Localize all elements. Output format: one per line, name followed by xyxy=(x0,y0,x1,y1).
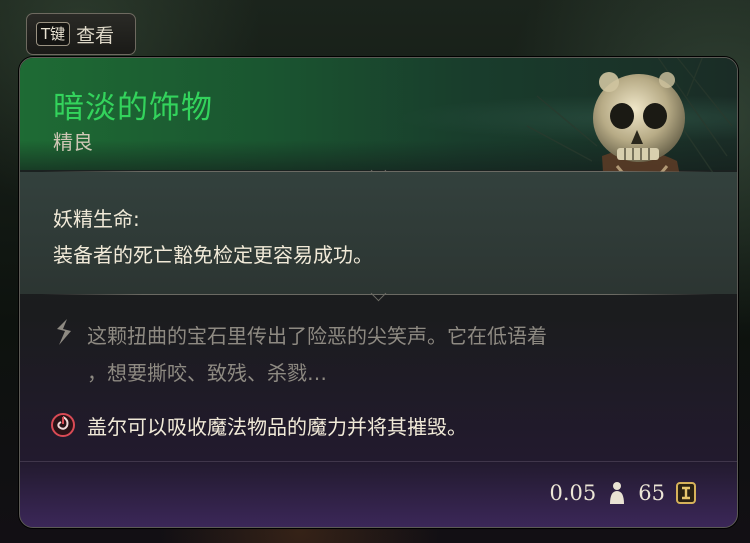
lore-text: 这颗扭曲的宝石里传出了险恶的尖笑声。它在低语着 ，想要撕咬、致残、杀戮… xyxy=(87,318,707,392)
item-stats: 0.05 65 xyxy=(550,480,698,506)
item-title: 暗淡的饰物 xyxy=(53,90,213,126)
lore-line: ，想要撕咬、致残、杀戮… xyxy=(87,361,327,385)
price-value: 65 xyxy=(638,481,665,505)
gold-coin-icon xyxy=(676,482,696,504)
item-rarity: 精良 xyxy=(53,130,93,154)
section-divider xyxy=(42,285,715,302)
companion-note: 盖尔可以吸收魔法物品的魔力并将其摧毁。 xyxy=(87,415,467,439)
examine-label: 查看 xyxy=(76,24,115,47)
quill-icon xyxy=(57,319,71,345)
passive-name: 妖精生命: xyxy=(53,207,140,231)
weight-icon xyxy=(610,482,625,504)
arcane-swirl-icon xyxy=(51,413,75,437)
passive-section xyxy=(20,172,737,294)
key-hint-t: T键 xyxy=(36,22,71,46)
examine-hint[interactable]: T键 查看 xyxy=(26,13,136,55)
item-tooltip: 暗淡的饰物 精良 妖精生命: 装备者的死亡豁免检定更容易成功。 这颗扭曲的宝石里… xyxy=(19,57,738,528)
lore-line: 这颗扭曲的宝石里传出了险恶的尖笑声。它在低语着 xyxy=(87,324,547,348)
passive-description: 装备者的死亡豁免检定更容易成功。 xyxy=(53,243,373,267)
footer-divider xyxy=(20,461,737,462)
weight-value: 0.05 xyxy=(549,481,597,505)
